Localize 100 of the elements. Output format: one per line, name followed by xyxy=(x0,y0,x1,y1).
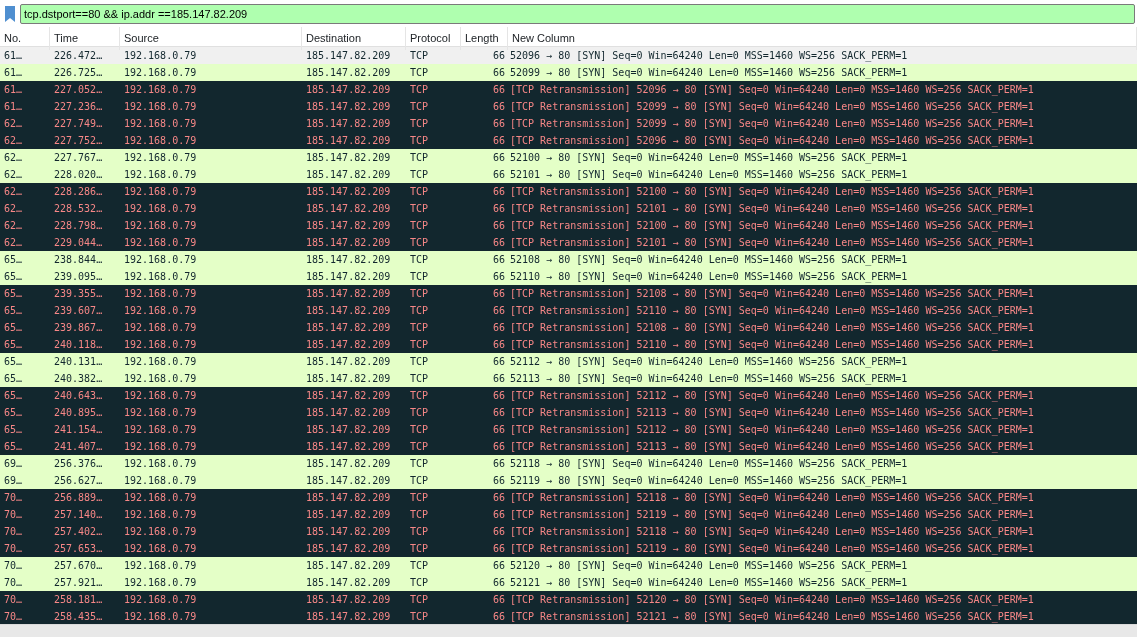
table-cell: [TCP Retransmission] 52100 → 80 [SYN] Seq=0 Win=64240 Len=0 MSS=1460 WS=256 SACK_PERM=1 xyxy=(510,220,1034,231)
table-cell: 185.147.82.209 xyxy=(306,254,391,265)
table-cell: 185.147.82.209 xyxy=(306,407,391,418)
packet-row[interactable]: 65… 238.844… 192.168.0.79 185.147.82.209 TCP 66 52108 → 80 [SYN] Seq=0 Win=64240 Len=0 MSS=1460 WS=256 SACK_PERM=1 xyxy=(0,251,1137,268)
table-cell: TCP xyxy=(410,186,429,197)
table-cell: 52099 → 80 [SYN] Seq=0 Win=64240 Len=0 MSS=1460 WS=256 SACK_PERM=1 xyxy=(510,67,908,78)
table-cell: 192.168.0.79 xyxy=(124,339,197,350)
packet-row[interactable]: 65… 240.895… 192.168.0.79 185.147.82.209 TCP 66 [TCP Retransmission] 52113 → 80 [SYN] Seq=0 Win=64240 Len=0 MSS=1460 WS=256 SACK_PERM=1 xyxy=(0,404,1137,421)
packet-row[interactable]: 62… 227.752… 192.168.0.79 185.147.82.209 TCP 66 [TCP Retransmission] 52096 → 80 [SYN] Seq=0 Win=64240 Len=0 MSS=1460 WS=256 SACK_PERM=1 xyxy=(0,132,1137,149)
table-cell: 66 xyxy=(492,186,505,197)
table-cell: 192.168.0.79 xyxy=(124,220,197,231)
table-cell: 185.147.82.209 xyxy=(306,220,391,231)
table-cell: 70… xyxy=(4,509,23,520)
table-cell: TCP xyxy=(410,560,429,571)
table-cell: 185.147.82.209 xyxy=(306,67,391,78)
table-cell: [TCP Retransmission] 52108 → 80 [SYN] Seq=0 Win=64240 Len=0 MSS=1460 WS=256 SACK_PERM=1 xyxy=(510,288,1034,299)
table-cell: 239.607… xyxy=(54,305,103,316)
table-cell: 192.168.0.79 xyxy=(124,67,197,78)
table-cell: 66 xyxy=(492,373,505,384)
packet-row[interactable]: 70… 257.670… 192.168.0.79 185.147.82.209 TCP 66 52120 → 80 [SYN] Seq=0 Win=64240 Len=0 MSS=1460 WS=256 SACK_PERM=1 xyxy=(0,557,1137,574)
table-cell: 192.168.0.79 xyxy=(124,611,197,622)
table-cell: 62… xyxy=(4,169,23,180)
packet-row[interactable]: 61… 226.472… 192.168.0.79 185.147.82.209 TCP 66 52096 → 80 [SYN] Seq=0 Win=64240 Len=0 MSS=1460 WS=256 SACK_PERM=1 xyxy=(0,47,1137,64)
packet-row[interactable]: 61… 227.236… 192.168.0.79 185.147.82.209 TCP 66 [TCP Retransmission] 52099 → 80 [SYN] Seq=0 Win=64240 Len=0 MSS=1460 WS=256 SACK_PERM=1 xyxy=(0,98,1137,115)
packet-row[interactable]: 62… 227.749… 192.168.0.79 185.147.82.209 TCP 66 [TCP Retransmission] 52099 → 80 [SYN] Seq=0 Win=64240 Len=0 MSS=1460 WS=256 SACK_PERM=1 xyxy=(0,115,1137,132)
packet-row[interactable]: 70… 257.402… 192.168.0.79 185.147.82.209 TCP 66 [TCP Retransmission] 52118 → 80 [SYN] Seq=0 Win=64240 Len=0 MSS=1460 WS=256 SACK_PERM=1 xyxy=(0,523,1137,540)
packet-row[interactable]: 61… 226.725… 192.168.0.79 185.147.82.209 TCP 66 52099 → 80 [SYN] Seq=0 Win=64240 Len=0 MSS=1460 WS=256 SACK_PERM=1 xyxy=(0,64,1137,81)
table-cell: 240.118… xyxy=(54,339,103,350)
packet-row[interactable]: 62… 227.767… 192.168.0.79 185.147.82.209 TCP 66 52100 → 80 [SYN] Seq=0 Win=64240 Len=0 MSS=1460 WS=256 SACK_PERM=1 xyxy=(0,149,1137,166)
table-cell: 61… xyxy=(4,67,23,78)
table-cell: 66 xyxy=(492,322,505,333)
table-cell: TCP xyxy=(410,492,429,503)
horizontal-scrollbar[interactable] xyxy=(0,624,1137,637)
table-cell: 66 xyxy=(492,509,505,520)
table-cell: 62… xyxy=(4,135,23,146)
table-cell: 66 xyxy=(492,543,505,554)
table-cell: TCP xyxy=(410,441,429,452)
table-cell: TCP xyxy=(410,356,429,367)
packet-row[interactable]: 65… 240.118… 192.168.0.79 185.147.82.209 TCP 66 [TCP Retransmission] 52110 → 80 [SYN] Seq=0 Win=64240 Len=0 MSS=1460 WS=256 SACK_PERM=1 xyxy=(0,336,1137,353)
table-cell: 192.168.0.79 xyxy=(124,50,197,61)
table-cell: TCP xyxy=(410,271,429,282)
table-cell: TCP xyxy=(410,237,429,248)
table-cell: 185.147.82.209 xyxy=(306,543,391,554)
packet-row[interactable]: 62… 228.532… 192.168.0.79 185.147.82.209 TCP 66 [TCP Retransmission] 52101 → 80 [SYN] Seq=0 Win=64240 Len=0 MSS=1460 WS=256 SACK_PERM=1 xyxy=(0,200,1137,217)
packet-row[interactable]: 62… 229.044… 192.168.0.79 185.147.82.209 TCP 66 [TCP Retransmission] 52101 → 80 [SYN] Seq=0 Win=64240 Len=0 MSS=1460 WS=256 SACK_PERM=1 xyxy=(0,234,1137,251)
packet-row[interactable]: 61… 227.052… 192.168.0.79 185.147.82.209 TCP 66 [TCP Retransmission] 52096 → 80 [SYN] Seq=0 Win=64240 Len=0 MSS=1460 WS=256 SACK_PERM=1 xyxy=(0,81,1137,98)
packet-row[interactable]: 65… 241.154… 192.168.0.79 185.147.82.209 TCP 66 [TCP Retransmission] 52112 → 80 [SYN] Seq=0 Win=64240 Len=0 MSS=1460 WS=256 SACK_PERM=1 xyxy=(0,421,1137,438)
display-filter-field[interactable]: tcp.dstport==80 && ip.addr ==185.147.82.209 xyxy=(20,3,1135,24)
packet-row[interactable]: 62… 228.798… 192.168.0.79 185.147.82.209 TCP 66 [TCP Retransmission] 52100 → 80 [SYN] Seq=0 Win=64240 Len=0 MSS=1460 WS=256 SACK_PERM=1 xyxy=(0,217,1137,234)
packet-row[interactable]: 62… 228.286… 192.168.0.79 185.147.82.209 TCP 66 [TCP Retransmission] 52100 → 80 [SYN] Seq=0 Win=64240 Len=0 MSS=1460 WS=256 SACK_PERM=1 xyxy=(0,183,1137,200)
table-cell: 66 xyxy=(492,118,505,129)
table-cell: 185.147.82.209 xyxy=(306,611,391,622)
table-cell: 192.168.0.79 xyxy=(124,356,197,367)
packet-row[interactable]: 65… 239.355… 192.168.0.79 185.147.82.209 TCP 66 [TCP Retransmission] 52108 → 80 [SYN] Seq=0 Win=64240 Len=0 MSS=1460 WS=256 SACK_PERM=1 xyxy=(0,285,1137,302)
table-cell: 228.798… xyxy=(54,220,103,231)
table-cell: [TCP Retransmission] 52112 → 80 [SYN] Seq=0 Win=64240 Len=0 MSS=1460 WS=256 SACK_PERM=1 xyxy=(510,424,1034,435)
packet-row[interactable]: 69… 256.376… 192.168.0.79 185.147.82.209 TCP 66 52118 → 80 [SYN] Seq=0 Win=64240 Len=0 MSS=1460 WS=256 SACK_PERM=1 xyxy=(0,455,1137,472)
table-cell: 66 xyxy=(492,67,505,78)
packet-row[interactable]: 65… 241.407… 192.168.0.79 185.147.82.209 TCP 66 [TCP Retransmission] 52113 → 80 [SYN] Seq=0 Win=64240 Len=0 MSS=1460 WS=256 SACK_PERM=1 xyxy=(0,438,1137,455)
packet-row[interactable]: 70… 257.140… 192.168.0.79 185.147.82.209 TCP 66 [TCP Retransmission] 52119 → 80 [SYN] Seq=0 Win=64240 Len=0 MSS=1460 WS=256 SACK_PERM=1 xyxy=(0,506,1137,523)
table-cell: 66 xyxy=(492,271,505,282)
table-cell: TCP xyxy=(410,458,429,469)
table-cell: [TCP Retransmission] 52110 → 80 [SYN] Seq=0 Win=64240 Len=0 MSS=1460 WS=256 SACK_PERM=1 xyxy=(510,339,1034,350)
table-cell: 66 xyxy=(492,288,505,299)
table-cell: TCP xyxy=(410,203,429,214)
table-cell: TCP xyxy=(410,101,429,112)
table-cell: 52100 → 80 [SYN] Seq=0 Win=64240 Len=0 MSS=1460 WS=256 SACK_PERM=1 xyxy=(510,152,908,163)
packet-row[interactable]: 65… 239.095… 192.168.0.79 185.147.82.209 TCP 66 52110 → 80 [SYN] Seq=0 Win=64240 Len=0 MSS=1460 WS=256 SACK_PERM=1 xyxy=(0,268,1137,285)
table-cell: 192.168.0.79 xyxy=(124,509,197,520)
packet-row[interactable]: 69… 256.627… 192.168.0.79 185.147.82.209 TCP 66 52119 → 80 [SYN] Seq=0 Win=64240 Len=0 MSS=1460 WS=256 SACK_PERM=1 xyxy=(0,472,1137,489)
packet-row[interactable]: 70… 257.653… 192.168.0.79 185.147.82.209 TCP 66 [TCP Retransmission] 52119 → 80 [SYN] Seq=0 Win=64240 Len=0 MSS=1460 WS=256 SACK_PERM=1 xyxy=(0,540,1137,557)
table-cell: [TCP Retransmission] 52118 → 80 [SYN] Seq=0 Win=64240 Len=0 MSS=1460 WS=256 SACK_PERM=1 xyxy=(510,526,1034,537)
table-cell: 52121 → 80 [SYN] Seq=0 Win=64240 Len=0 MSS=1460 WS=256 SACK_PERM=1 xyxy=(510,577,908,588)
packet-row[interactable]: 70… 258.181… 192.168.0.79 185.147.82.209 TCP 66 [TCP Retransmission] 52120 → 80 [SYN] Seq=0 Win=64240 Len=0 MSS=1460 WS=256 SACK_PERM=1 xyxy=(0,591,1137,608)
table-cell: 69… xyxy=(4,475,23,486)
table-cell: 185.147.82.209 xyxy=(306,84,391,95)
packet-row[interactable]: 65… 240.131… 192.168.0.79 185.147.82.209 TCP 66 52112 → 80 [SYN] Seq=0 Win=64240 Len=0 MSS=1460 WS=256 SACK_PERM=1 xyxy=(0,353,1137,370)
table-cell: [TCP Retransmission] 52108 → 80 [SYN] Seq=0 Win=64240 Len=0 MSS=1460 WS=256 SACK_PERM=1 xyxy=(510,322,1034,333)
table-cell: 192.168.0.79 xyxy=(124,492,197,503)
table-cell: 66 xyxy=(492,101,505,112)
table-cell: 192.168.0.79 xyxy=(124,543,197,554)
packet-row[interactable]: 62… 228.020… 192.168.0.79 185.147.82.209 TCP 66 52101 → 80 [SYN] Seq=0 Win=64240 Len=0 MSS=1460 WS=256 SACK_PERM=1 xyxy=(0,166,1137,183)
packet-row[interactable]: 65… 239.867… 192.168.0.79 185.147.82.209 TCP 66 [TCP Retransmission] 52108 → 80 [SYN] Seq=0 Win=64240 Len=0 MSS=1460 WS=256 SACK_PERM=1 xyxy=(0,319,1137,336)
packet-row[interactable]: 65… 240.382… 192.168.0.79 185.147.82.209 TCP 66 52113 → 80 [SYN] Seq=0 Win=64240 Len=0 MSS=1460 WS=256 SACK_PERM=1 xyxy=(0,370,1137,387)
bookmark-icon[interactable] xyxy=(4,5,16,22)
table-cell: 192.168.0.79 xyxy=(124,101,197,112)
table-cell: 52101 → 80 [SYN] Seq=0 Win=64240 Len=0 MSS=1460 WS=256 SACK_PERM=1 xyxy=(510,169,908,180)
table-cell: 192.168.0.79 xyxy=(124,458,197,469)
table-cell: 66 xyxy=(492,458,505,469)
packet-row[interactable]: 65… 239.607… 192.168.0.79 185.147.82.209 TCP 66 [TCP Retransmission] 52110 → 80 [SYN] Seq=0 Win=64240 Len=0 MSS=1460 WS=256 SACK_PERM=1 xyxy=(0,302,1137,319)
table-cell: 66 xyxy=(492,390,505,401)
packet-row[interactable]: 65… 240.643… 192.168.0.79 185.147.82.209 TCP 66 [TCP Retransmission] 52112 → 80 [SYN] Seq=0 Win=64240 Len=0 MSS=1460 WS=256 SACK_PERM=1 xyxy=(0,387,1137,404)
table-cell: 185.147.82.209 xyxy=(306,203,391,214)
packet-row[interactable]: 70… 256.889… 192.168.0.79 185.147.82.209 TCP 66 [TCP Retransmission] 52118 → 80 [SYN] Seq=0 Win=64240 Len=0 MSS=1460 WS=256 SACK_PERM=1 xyxy=(0,489,1137,506)
table-cell: 239.867… xyxy=(54,322,103,333)
table-cell: [TCP Retransmission] 52120 → 80 [SYN] Seq=0 Win=64240 Len=0 MSS=1460 WS=256 SACK_PERM=1 xyxy=(510,594,1034,605)
table-cell: 192.168.0.79 xyxy=(124,560,197,571)
table-cell: 66 xyxy=(492,220,505,231)
table-cell: 185.147.82.209 xyxy=(306,492,391,503)
packet-row[interactable]: 70… 257.921… 192.168.0.79 185.147.82.209 TCP 66 52121 → 80 [SYN] Seq=0 Win=64240 Len=0 MSS=1460 WS=256 SACK_PERM=1 xyxy=(0,574,1137,591)
